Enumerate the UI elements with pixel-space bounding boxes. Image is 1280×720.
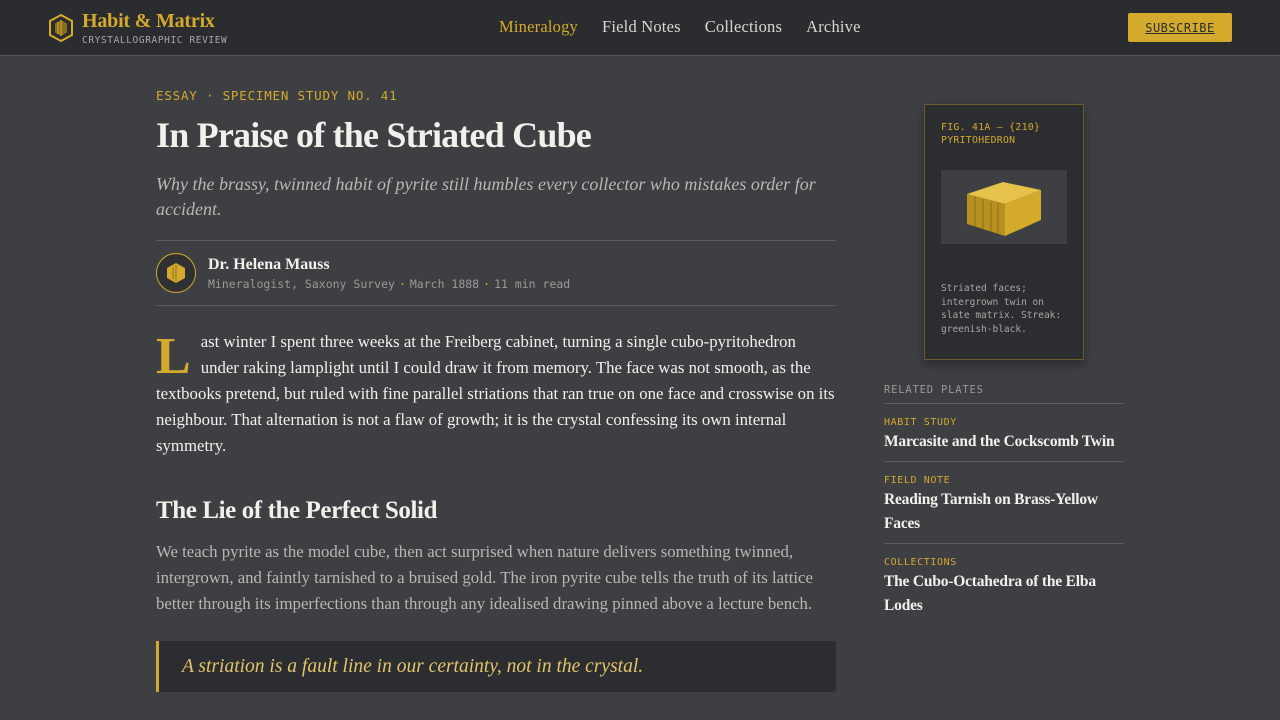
brand-logo-link[interactable]: Habit & Matrix CRYSTALLOGRAPHIC REVIEW xyxy=(49,10,227,46)
figure-image[interactable] xyxy=(941,170,1067,244)
related-title[interactable]: Marcasite and the Cockscomb Twin xyxy=(884,430,1124,454)
related-plates: RELATED PLATES HABIT STUDY Marcasite and… xyxy=(884,384,1124,625)
related-item[interactable]: FIELD NOTE Reading Tarnish on Brass-Yell… xyxy=(884,462,1124,544)
section-paragraph: We teach pyrite as the model cube, then … xyxy=(156,542,813,613)
figure-card: FIG. 41A — {210} PYRITOHEDRON Striated f… xyxy=(924,104,1084,360)
author-avatar[interactable] xyxy=(156,253,196,293)
figure-label: FIG. 41A — {210} PYRITOHEDRON xyxy=(941,122,1041,146)
nav-item-mineralogy[interactable]: Mineralogy xyxy=(499,17,578,37)
article-kicker: ESSAY · SPECIMEN STUDY NO. 41 xyxy=(156,88,398,103)
hexagonal-crystal-icon xyxy=(167,263,185,283)
article-title: In Praise of the Striated Cube xyxy=(156,115,592,155)
related-title[interactable]: The Cubo-Octahedra of the Elba Lodes xyxy=(884,570,1124,618)
related-heading: RELATED PLATES xyxy=(884,384,1124,404)
lede-paragraph: Last winter I spent three weeks at the F… xyxy=(156,329,836,459)
related-item[interactable]: HABIT STUDY Marcasite and the Cockscomb … xyxy=(884,404,1124,462)
meta-separator: · xyxy=(483,276,491,291)
related-item[interactable]: COLLECTIONS The Cubo-Octahedra of the El… xyxy=(884,544,1124,625)
hexagonal-crystal-icon xyxy=(49,14,73,42)
related-title[interactable]: Reading Tarnish on Brass-Yellow Faces xyxy=(884,488,1124,536)
related-category: COLLECTIONS xyxy=(884,557,957,568)
nav-item-collections[interactable]: Collections xyxy=(705,17,782,37)
figure-caption: Striated faces; intergrown twin on slate… xyxy=(941,283,1062,335)
publish-date: March 1888 xyxy=(409,276,480,291)
lede-text: ast winter I spent three weeks at the Fr… xyxy=(156,332,835,455)
author-meta: Mineralogist, Saxony Survey · March 1888 · 1… xyxy=(208,277,570,291)
primary-nav: Mineralogy Field Notes Collections Archi… xyxy=(499,17,885,37)
byline: Dr. Helena Mauss Mineralogist, Saxony Su… xyxy=(156,240,836,306)
author-role: Mineralogist, Saxony Survey xyxy=(208,276,395,291)
brand-title: Habit & Matrix xyxy=(82,10,215,32)
pyrite-cube-icon xyxy=(967,182,1041,236)
section-heading: The Lie of the Perfect Solid xyxy=(156,497,438,524)
article-dek: Why the brassy, twinned habit of pyrite … xyxy=(156,174,816,219)
pull-quote: A striation is a fault line in our certa… xyxy=(156,641,836,692)
meta-separator: · xyxy=(398,276,406,291)
top-navigation-bar: Habit & Matrix CRYSTALLOGRAPHIC REVIEW M… xyxy=(0,0,1280,56)
related-category: FIELD NOTE xyxy=(884,475,951,486)
related-category: HABIT STUDY xyxy=(884,417,957,428)
drop-cap: L xyxy=(156,328,191,385)
read-time: 11 min read xyxy=(494,276,571,291)
subscribe-button[interactable]: SUBSCRIBE xyxy=(1128,13,1232,42)
article: ESSAY · SPECIMEN STUDY NO. 41 In Praise … xyxy=(156,88,836,692)
nav-item-archive[interactable]: Archive xyxy=(806,17,861,37)
brand-subtitle: CRYSTALLOGRAPHIC REVIEW xyxy=(82,35,228,46)
nav-item-field-notes[interactable]: Field Notes xyxy=(602,17,681,37)
author-name[interactable]: Dr. Helena Mauss xyxy=(208,256,570,274)
